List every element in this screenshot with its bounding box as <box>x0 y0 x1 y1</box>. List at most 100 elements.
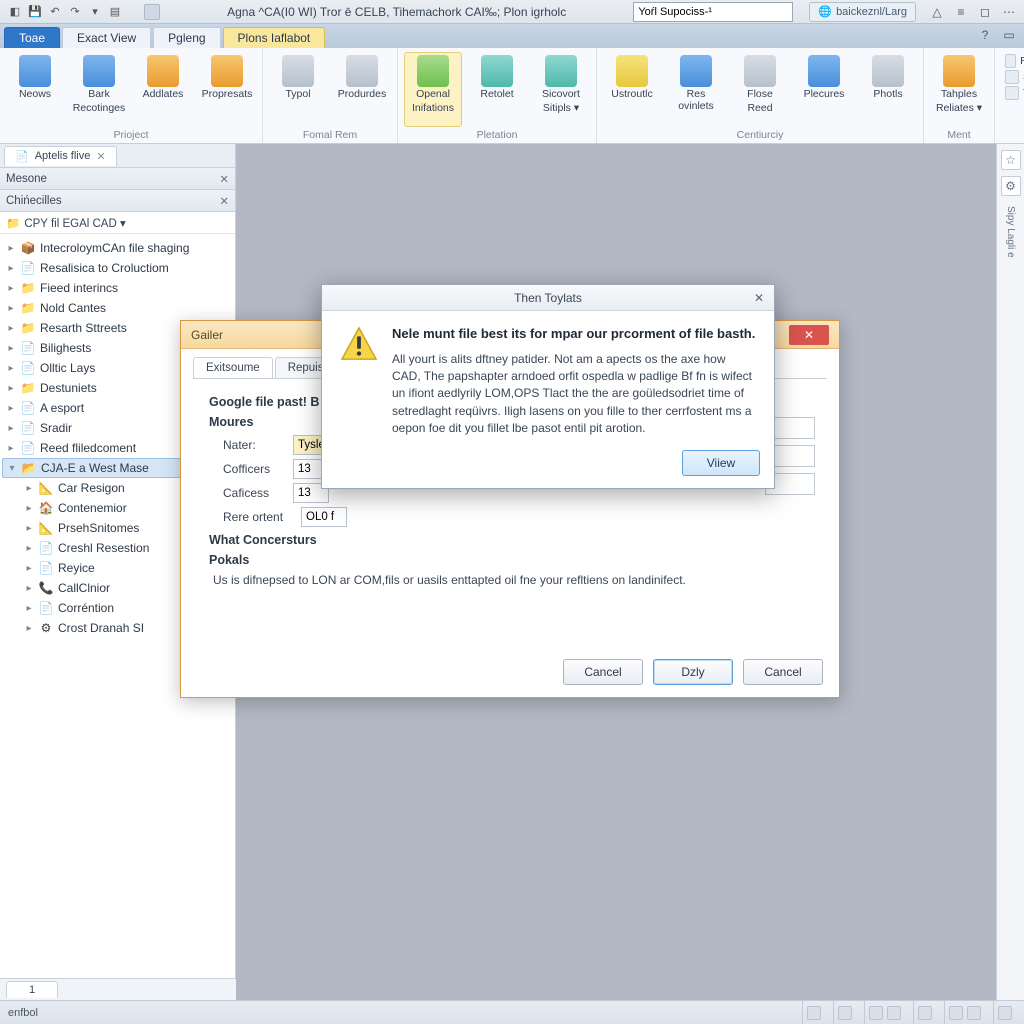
chevron-right-icon[interactable]: ▸ <box>24 623 34 634</box>
rere-input[interactable] <box>301 507 347 527</box>
chevron-right-icon[interactable]: ▸ <box>6 343 16 354</box>
ribbon-button[interactable]: SicovortSitipls ▾ <box>532 52 590 127</box>
ribbon-button[interactable]: FloseReed <box>731 52 789 127</box>
chevron-right-icon[interactable]: ▸ <box>6 243 16 254</box>
chevron-right-icon[interactable]: ▸ <box>6 363 16 374</box>
chevron-right-icon[interactable]: ▸ <box>6 303 16 314</box>
titlebar: ◧ 💾 ↶ ↷ ▾ ▤ Agna ^CA(I0 WI) Tror ē CELB,… <box>0 0 1024 24</box>
project-selector[interactable]: 📁 CPY fil EGAl CAD ▾ <box>0 212 235 234</box>
max-icon[interactable]: ◻ <box>976 3 994 21</box>
ribbon-icon <box>83 55 115 87</box>
ribbon-button[interactable]: OpenalInifations <box>404 52 462 127</box>
chevron-right-icon[interactable]: ▸ <box>6 283 16 294</box>
chevron-right-icon[interactable]: ▸ <box>6 263 16 274</box>
dialog-tab[interactable]: Exitsoume <box>193 357 273 378</box>
help-icon[interactable]: △ <box>928 3 946 21</box>
status-seg[interactable] <box>993 1001 1016 1024</box>
ribbon-button[interactable]: Produrdes <box>333 52 391 127</box>
qat-save-icon[interactable]: 💾 <box>26 3 44 21</box>
ribbon-tab-plons[interactable]: Plons Iaflabot <box>223 27 326 48</box>
min-icon[interactable]: ≡ <box>952 3 970 21</box>
ribbon-button[interactable]: Plecures <box>795 52 853 127</box>
folder-icon: 📁 <box>6 216 20 230</box>
status-seg[interactable] <box>833 1001 856 1024</box>
close-icon[interactable]: ✕ <box>219 172 229 186</box>
ribbon-mini-button[interactable]: Set <box>1005 70 1024 84</box>
ribbon-mini-button[interactable]: To <box>1005 86 1024 100</box>
view-button[interactable]: Viiew <box>682 450 760 476</box>
chevron-right-icon[interactable]: ▸ <box>24 603 34 614</box>
chevron-right-icon[interactable]: ▸ <box>6 423 16 434</box>
tree-item[interactable]: ▸📁Nold Cantes <box>2 298 233 318</box>
ribbon-button[interactable]: Photls <box>859 52 917 127</box>
chevron-right-icon[interactable]: ▸ <box>6 323 16 334</box>
status-seg[interactable] <box>864 1001 905 1024</box>
statusbar: enfbol <box>0 1000 1024 1024</box>
ribbon-mini-button[interactable]: Riald <box>1005 54 1024 68</box>
right-tool-strip: ☆ ⚙ Sipy Lagli e <box>996 144 1024 1000</box>
ribbon-label: Sicovort <box>542 89 580 101</box>
qat-redo-icon[interactable]: ↷ <box>66 3 84 21</box>
title-search-input[interactable] <box>633 2 793 22</box>
qat-dropdown-icon[interactable]: ▾ <box>86 3 104 21</box>
chevron-right-icon[interactable]: ▸ <box>6 443 16 454</box>
qat-more-icon[interactable]: ▤ <box>106 3 124 21</box>
ribbon-button[interactable]: Retolet <box>468 52 526 127</box>
ribbon-label: Ustroutlc <box>611 89 652 101</box>
primary-button[interactable]: Dzly <box>653 659 733 685</box>
gear-icon[interactable]: ⚙ <box>1001 176 1021 196</box>
cancel-button[interactable]: Cancel <box>743 659 823 685</box>
chevron-right-icon[interactable]: ▸ <box>24 523 34 534</box>
chevron-right-icon[interactable]: ▸ <box>24 563 34 574</box>
star-icon[interactable]: ☆ <box>1001 150 1021 170</box>
ribbon-button[interactable]: TahplesReliates ▾ <box>930 52 988 127</box>
chevron-right-icon[interactable]: ▸ <box>24 483 34 494</box>
ribbon-tab-file[interactable]: Toae <box>4 27 60 48</box>
tree-item-icon: 📂 <box>21 460 37 476</box>
close-icon[interactable]: ✕ <box>750 289 768 307</box>
ribbon-tab-view[interactable]: Exact View <box>62 27 151 48</box>
ribbon-collapse-icon[interactable]: ▭ <box>1000 26 1018 44</box>
chevron-right-icon[interactable]: ▸ <box>6 383 16 394</box>
ribbon-icon <box>808 55 840 87</box>
ribbon-button[interactable]: Addlates <box>134 52 192 127</box>
tree-item[interactable]: ▸📁Fieed interincs <box>2 278 233 298</box>
chevron-down-icon[interactable]: ▾ <box>7 463 17 474</box>
qat-undo-icon[interactable]: ↶ <box>46 3 64 21</box>
tree-item-icon: 📄 <box>20 440 36 456</box>
ribbon-help-icon[interactable]: ? <box>976 26 994 44</box>
document-tab[interactable]: 📄 Aptelis flive ✕ <box>4 146 117 166</box>
cancel-button[interactable]: Cancel <box>563 659 643 685</box>
section-heading: What Concersturs <box>209 533 811 547</box>
more-icon[interactable]: ⋯ <box>1000 3 1018 21</box>
close-button[interactable]: ✕ <box>789 325 829 345</box>
dialog-titlebar[interactable]: Then Toylats ✕ <box>322 285 774 311</box>
sheet-tab[interactable]: 1 <box>6 981 58 998</box>
tree-item[interactable]: ▸📦IntecroloymCAn file shaging <box>2 238 233 258</box>
ribbon-button[interactable]: BarkRecotinges <box>70 52 128 127</box>
ribbon-button[interactable]: Ustroutlc <box>603 52 661 127</box>
close-icon[interactable]: ✕ <box>219 194 229 208</box>
status-seg[interactable] <box>802 1001 825 1024</box>
ribbon-icon <box>211 55 243 87</box>
ribbon-tab-pgleng[interactable]: Pgleng <box>153 27 220 48</box>
dialog-body: Nele munt file best its for mpar our prc… <box>322 311 774 450</box>
ribbon-button[interactable]: Propresats <box>198 52 256 127</box>
chevron-right-icon[interactable]: ▸ <box>6 403 16 414</box>
panel-header-chinecilles: Chińecilles ✕ <box>0 190 235 212</box>
chevron-right-icon[interactable]: ▸ <box>24 583 34 594</box>
ribbon-button[interactable]: Neows <box>6 52 64 127</box>
status-seg[interactable] <box>913 1001 936 1024</box>
tree-item[interactable]: ▸📄Resalisica to Croluctiom <box>2 258 233 278</box>
chevron-right-icon[interactable]: ▸ <box>24 503 34 514</box>
ribbon-button[interactable]: Typol <box>269 52 327 127</box>
chevron-right-icon[interactable]: ▸ <box>24 543 34 554</box>
status-seg[interactable] <box>944 1001 985 1024</box>
close-icon[interactable]: ✕ <box>96 150 105 163</box>
title-account-pill[interactable]: 🌐 baickeznl/Larg <box>809 2 916 22</box>
ribbon-button[interactable]: Res ovinlets <box>667 52 725 127</box>
ribbon-mini-icon <box>1005 54 1016 68</box>
qat-app-icon[interactable]: ◧ <box>6 3 24 21</box>
document-tabbar: 📄 Aptelis flive ✕ <box>0 144 235 168</box>
status-icon <box>807 1006 821 1020</box>
